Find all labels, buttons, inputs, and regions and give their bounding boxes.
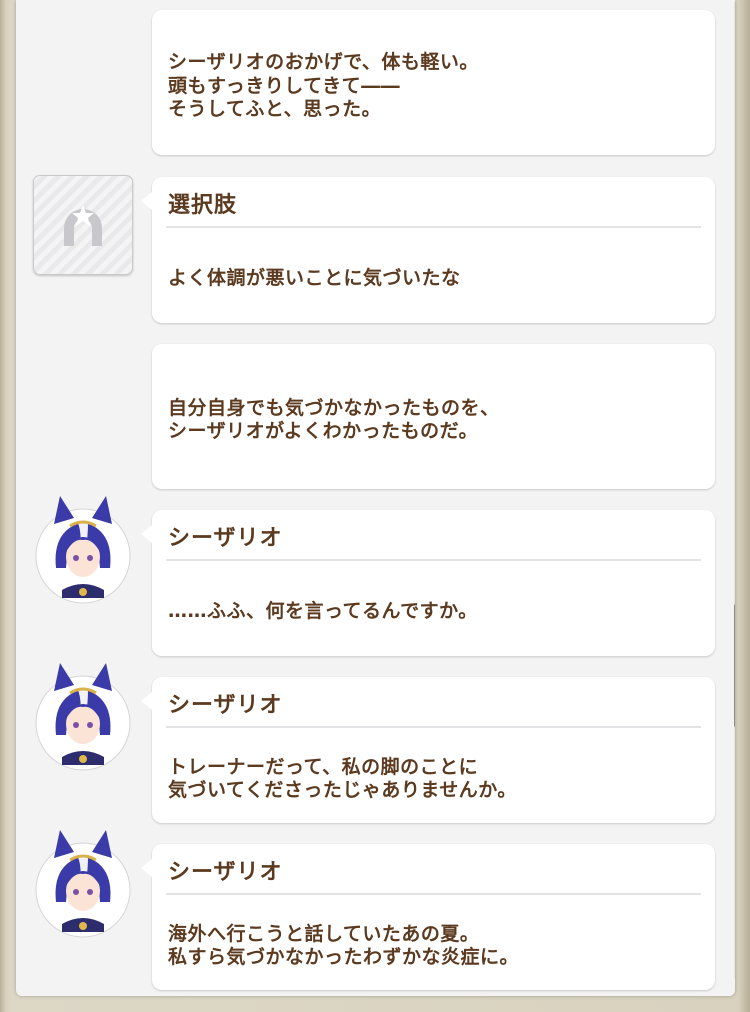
scrollbar-track[interactable] bbox=[734, 0, 735, 980]
choice-title: 選択肢 bbox=[168, 193, 238, 218]
choice-bubble: 選択肢 よく体調が悪いことに気づいたな bbox=[141, 177, 715, 323]
horseshoe-star-icon bbox=[33, 175, 133, 275]
character-portrait-icon bbox=[34, 828, 132, 938]
speaker-name: シーザリオ bbox=[168, 860, 283, 885]
dialogue-line: ……ふふ、何を言ってるんですか。 bbox=[168, 600, 478, 622]
narration-line: シーザリオのおかげで、体も軽い。 bbox=[168, 51, 479, 73]
narration-line: シーザリオがよくわかったものだ。 bbox=[168, 420, 479, 442]
scrollbar-thumb[interactable] bbox=[734, 603, 735, 728]
bubble-divider bbox=[166, 559, 701, 561]
dialogue-line: トレーナーだって、私の脚のことに bbox=[168, 756, 479, 778]
bubble-divider bbox=[166, 726, 701, 728]
character-portrait-icon bbox=[34, 494, 132, 604]
story-log-screen: シーザリオのおかげで、体も軽い。 頭もすっきりしてきて―― そうしてふと、思った… bbox=[0, 0, 750, 1012]
narration-line: 頭もすっきりしてきて―― bbox=[168, 75, 401, 97]
speaker-name: シーザリオ bbox=[168, 526, 283, 551]
dialogue-line: 海外へ行こうと話していたあの夏。 bbox=[168, 923, 480, 945]
choice-text: よく体調が悪いことに気づいたな bbox=[168, 267, 461, 289]
dialogue-line: 気づいてくださったじゃありませんか。 bbox=[168, 779, 517, 801]
narration-line: 自分自身でも気づかなかったものを、 bbox=[168, 397, 500, 419]
character-portrait-icon bbox=[34, 661, 132, 771]
dialogue-bubble: シーザリオ トレーナーだって、私の脚のことに 気づいてくださったじゃありませんか… bbox=[141, 677, 715, 823]
dialogue-bubble: シーザリオ 海外へ行こうと話していたあの夏。 私すら気づかなかったわずかな炎症に… bbox=[141, 844, 715, 990]
bubble-divider bbox=[166, 226, 701, 228]
narration-line: そうしてふと、思った。 bbox=[168, 98, 382, 120]
narration-bubble: シーザリオのおかげで、体も軽い。 頭もすっきりしてきて―― そうしてふと、思った… bbox=[152, 10, 715, 155]
narration-bubble: 自分自身でも気づかなかったものを、 シーザリオがよくわかったものだ。 bbox=[152, 344, 715, 489]
story-log-panel[interactable]: シーザリオのおかげで、体も軽い。 頭もすっきりしてきて―― そうしてふと、思った… bbox=[16, 0, 735, 996]
dialogue-line: 私すら気づかなかったわずかな炎症に。 bbox=[168, 946, 520, 968]
dialogue-bubble: シーザリオ ……ふふ、何を言ってるんですか。 bbox=[141, 510, 715, 656]
speaker-name: シーザリオ bbox=[168, 693, 283, 718]
bubble-divider bbox=[166, 893, 701, 895]
